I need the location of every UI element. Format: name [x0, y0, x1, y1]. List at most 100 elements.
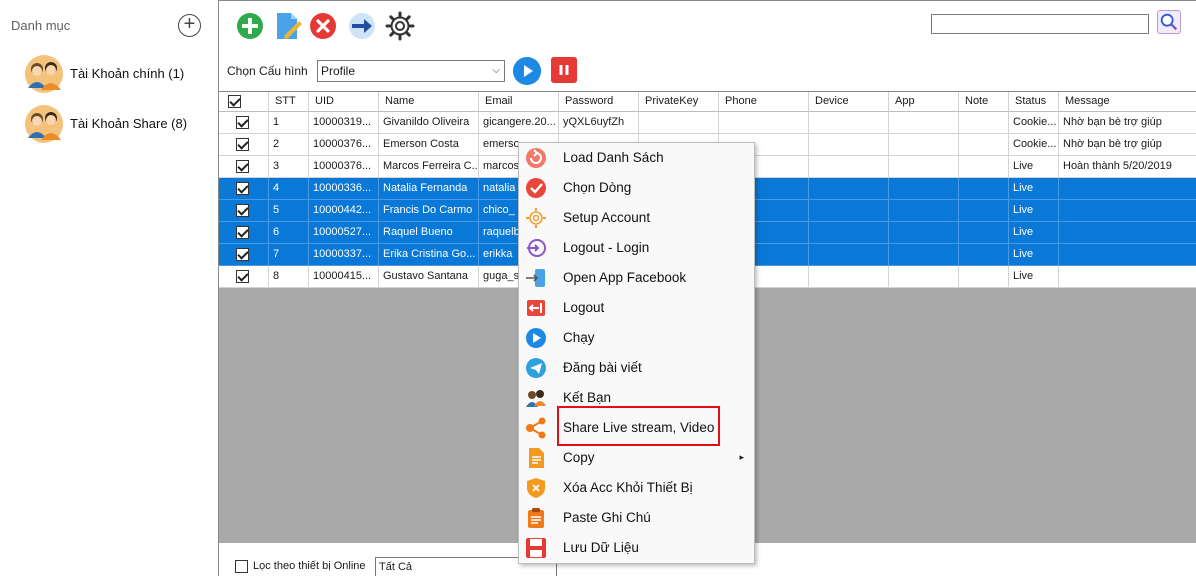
- menu-item-select-rows[interactable]: Chọn Dòng: [519, 173, 754, 203]
- table-cell[interactable]: Emerson Costa: [379, 134, 479, 156]
- search-icon[interactable]: [1157, 10, 1181, 34]
- menu-item-paste-note[interactable]: Paste Ghi Chú: [519, 503, 754, 533]
- row-checkbox[interactable]: [236, 204, 249, 217]
- table-cell[interactable]: Live: [1009, 266, 1059, 288]
- table-cell[interactable]: 1: [269, 112, 309, 134]
- row-select-cell[interactable]: [219, 266, 269, 288]
- table-cell[interactable]: Givanildo Oliveira: [379, 112, 479, 134]
- table-cell[interactable]: [1059, 266, 1196, 288]
- table-cell[interactable]: 10000376...: [309, 156, 379, 178]
- table-cell[interactable]: Live: [1009, 200, 1059, 222]
- table-cell[interactable]: [959, 266, 1009, 288]
- table-cell[interactable]: 10000336...: [309, 178, 379, 200]
- row-checkbox[interactable]: [236, 138, 249, 151]
- gear-icon[interactable]: [385, 11, 415, 41]
- online-filter-checkbox[interactable]: [235, 560, 248, 573]
- table-cell[interactable]: Nhờ bạn bè trợ giúp: [1059, 112, 1196, 134]
- table-cell[interactable]: gicangere.20...: [479, 112, 559, 134]
- table-cell[interactable]: [809, 178, 889, 200]
- table-cell[interactable]: 10000442...: [309, 200, 379, 222]
- table-cell[interactable]: 3: [269, 156, 309, 178]
- table-cell[interactable]: [889, 244, 959, 266]
- edit-icon[interactable]: [273, 11, 303, 41]
- column-header[interactable]: PrivateKey: [639, 92, 719, 112]
- row-select-cell[interactable]: [219, 244, 269, 266]
- column-header[interactable]: Message: [1059, 92, 1196, 112]
- table-cell[interactable]: [809, 244, 889, 266]
- arrow-right-icon[interactable]: [347, 11, 377, 41]
- column-header[interactable]: App: [889, 92, 959, 112]
- table-row[interactable]: 1 10000319... Givanildo Oliveira gicangere.…: [219, 112, 1196, 134]
- table-cell[interactable]: 10000337...: [309, 244, 379, 266]
- table-cell[interactable]: [889, 134, 959, 156]
- menu-item-logout-login[interactable]: Logout - Login: [519, 233, 754, 263]
- table-cell[interactable]: [889, 178, 959, 200]
- column-header[interactable]: Note: [959, 92, 1009, 112]
- table-cell[interactable]: [889, 156, 959, 178]
- row-checkbox[interactable]: [236, 116, 249, 129]
- table-cell[interactable]: 10000415...: [309, 266, 379, 288]
- row-checkbox[interactable]: [236, 182, 249, 195]
- table-cell[interactable]: Francis Do Carmo: [379, 200, 479, 222]
- table-cell[interactable]: Nhờ bạn bè trợ giúp: [1059, 134, 1196, 156]
- table-cell[interactable]: [959, 134, 1009, 156]
- row-select-cell[interactable]: [219, 112, 269, 134]
- table-cell[interactable]: Hoàn thành 5/20/2019: [1059, 156, 1196, 178]
- table-cell[interactable]: [959, 200, 1009, 222]
- row-select-cell[interactable]: [219, 178, 269, 200]
- table-cell[interactable]: Live: [1009, 178, 1059, 200]
- table-cell[interactable]: [809, 156, 889, 178]
- table-cell[interactable]: [889, 266, 959, 288]
- column-header[interactable]: Password: [559, 92, 639, 112]
- table-cell[interactable]: [959, 178, 1009, 200]
- table-cell[interactable]: 10000319...: [309, 112, 379, 134]
- table-cell[interactable]: [1059, 222, 1196, 244]
- column-header[interactable]: Device: [809, 92, 889, 112]
- select-all-cell[interactable]: [219, 92, 269, 112]
- search-input[interactable]: [931, 14, 1149, 34]
- delete-icon[interactable]: [308, 11, 338, 41]
- menu-item-load-list[interactable]: Load Danh Sách: [519, 143, 754, 173]
- menu-item-logout[interactable]: Logout: [519, 293, 754, 323]
- menu-item-setup-account[interactable]: Setup Account: [519, 203, 754, 233]
- table-cell[interactable]: 8: [269, 266, 309, 288]
- table-cell[interactable]: Live: [1009, 222, 1059, 244]
- row-select-cell[interactable]: [219, 156, 269, 178]
- table-cell[interactable]: [1059, 244, 1196, 266]
- pause-button[interactable]: [551, 57, 577, 83]
- table-cell[interactable]: Live: [1009, 244, 1059, 266]
- table-cell[interactable]: [809, 200, 889, 222]
- sidebar-item-main-accounts[interactable]: Tài Khoản chính (1): [24, 54, 214, 94]
- table-cell[interactable]: Gustavo Santana: [379, 266, 479, 288]
- column-header[interactable]: STT: [269, 92, 309, 112]
- table-cell[interactable]: [889, 222, 959, 244]
- menu-item-post[interactable]: Đăng bài viết: [519, 353, 754, 383]
- table-cell[interactable]: [639, 112, 719, 134]
- add-category-icon[interactable]: +: [178, 14, 201, 37]
- menu-item-copy[interactable]: Copy ▸: [519, 443, 754, 473]
- select-all-checkbox[interactable]: [228, 95, 241, 108]
- row-checkbox[interactable]: [236, 226, 249, 239]
- table-cell[interactable]: Marcos Ferreira C...: [379, 156, 479, 178]
- table-cell[interactable]: [959, 244, 1009, 266]
- sidebar-item-share-accounts[interactable]: Tài Khoản Share (8): [24, 104, 214, 144]
- table-cell[interactable]: [959, 112, 1009, 134]
- row-checkbox[interactable]: [236, 270, 249, 283]
- row-checkbox[interactable]: [236, 248, 249, 261]
- play-button[interactable]: [513, 57, 541, 85]
- table-cell[interactable]: 10000527...: [309, 222, 379, 244]
- row-select-cell[interactable]: [219, 222, 269, 244]
- table-cell[interactable]: 6: [269, 222, 309, 244]
- table-cell[interactable]: Raquel Bueno: [379, 222, 479, 244]
- column-header[interactable]: Status: [1009, 92, 1059, 112]
- table-cell[interactable]: yQXL6uyfZh: [559, 112, 639, 134]
- table-cell[interactable]: [809, 134, 889, 156]
- config-select[interactable]: Profile ⌵: [317, 60, 505, 82]
- table-cell[interactable]: [1059, 200, 1196, 222]
- table-cell[interactable]: [809, 266, 889, 288]
- table-cell[interactable]: Natalia Fernanda: [379, 178, 479, 200]
- table-cell[interactable]: [959, 222, 1009, 244]
- table-cell[interactable]: Erika Cristina Go...: [379, 244, 479, 266]
- table-cell[interactable]: [809, 112, 889, 134]
- table-cell[interactable]: Cookie...: [1009, 112, 1059, 134]
